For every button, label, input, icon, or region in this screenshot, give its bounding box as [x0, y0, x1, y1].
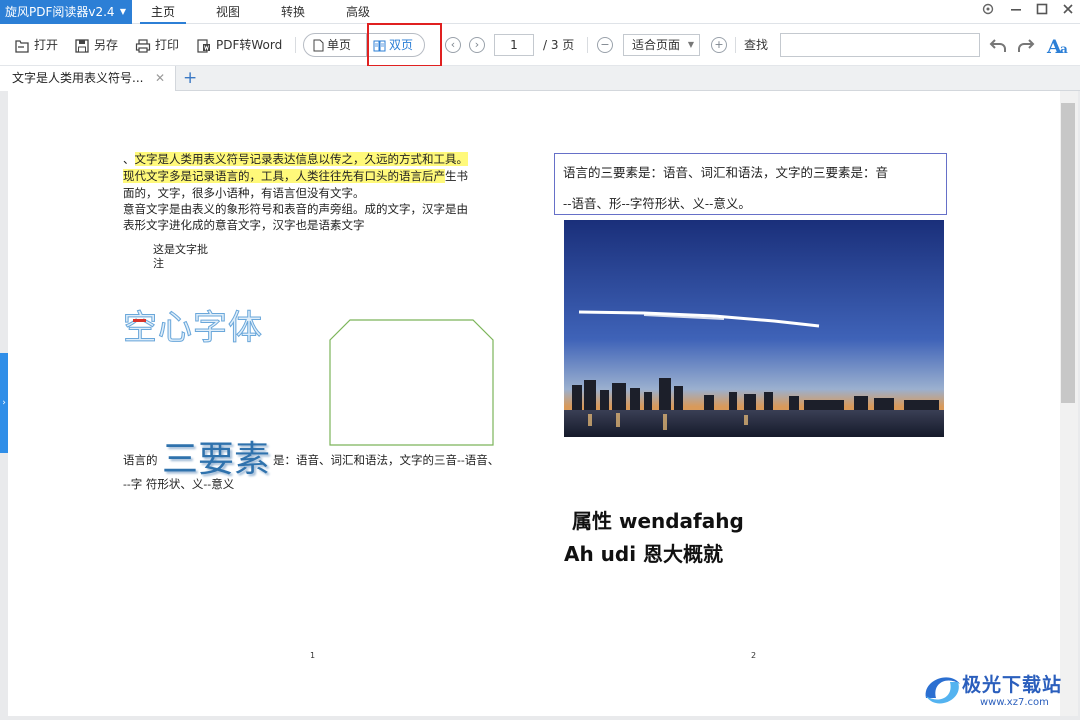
app-menu-button[interactable]: 旋风PDF阅读器v2.4 ▼: [0, 0, 132, 24]
saveas-label: 另存: [94, 38, 119, 52]
prev-page-button[interactable]: ‹: [445, 37, 461, 53]
printer-icon: [135, 38, 151, 53]
print-button[interactable]: 打印: [135, 35, 179, 55]
text-box-line2: --语音、形--字符形状、义--意义。: [563, 196, 751, 211]
page1-line5: 表形文字进化成的意音文字，汉字也是语素文字: [123, 218, 365, 232]
watermark-text: 极光下载站: [962, 674, 1063, 696]
chevron-down-icon: ▼: [119, 7, 126, 16]
title-bar: 旋风PDF阅读器v2.4 ▼ 主页 视图 转换 高级: [0, 0, 1080, 24]
svg-text:a: a: [1060, 42, 1068, 56]
page2-bold-line2: Ah udi 恩大概就: [564, 542, 724, 566]
chevron-left-icon: ‹: [450, 38, 456, 51]
single-page-label: 单页: [327, 38, 352, 52]
add-tab-icon[interactable]: +: [183, 66, 197, 90]
undo-icon[interactable]: [988, 34, 1012, 54]
strike-mark: [133, 319, 146, 322]
text-annotation-line1: 这是文字批: [153, 243, 208, 256]
save-icon: [75, 38, 89, 53]
font-settings-icon[interactable]: Aa: [1046, 34, 1074, 58]
plus-icon: +: [714, 38, 724, 51]
chevron-right-icon: ›: [2, 398, 6, 408]
pdf-reader-window: 旋风PDF阅读器v2.4 ▼ 主页 视图 转换 高级 打开 另存 打印 PDF转…: [0, 0, 1080, 720]
highlighted-text: 文字是人类用表义符号记录表达信息以传之，久远的方式和工具。: [134, 152, 468, 166]
large-shadow-text: 三要素: [162, 439, 271, 480]
zoom-select[interactable]: 适合页面 ▼: [623, 34, 700, 56]
page1-line1: 、文字是人类用表义符号记录表达信息以传之，久远的方式和工具。: [123, 151, 468, 168]
page1-line4: 意音文字是由表义的象形符号和表音的声旁组。成的文字，汉字是由: [123, 202, 468, 216]
text-annotation-line2: 注: [153, 257, 164, 270]
maximize-icon[interactable]: [1032, 2, 1052, 22]
single-page-icon: [313, 39, 324, 52]
toolbar-divider: [295, 37, 296, 53]
text-box: 语言的三要素是：语音、词汇和语法，文字的三要素是：音 --语音、形--字符形状、…: [554, 153, 947, 215]
hollow-font-text: 空心字体: [123, 308, 263, 349]
watermark-logo: 极光下载站 www.xz7.com: [920, 664, 1075, 716]
zoom-in-button[interactable]: +: [711, 37, 727, 53]
print-label: 打印: [155, 38, 180, 52]
highlighted-text: 现代文字多是记录语言的，工具，人类往往先有口头的语言后产: [123, 169, 445, 183]
page1-line3: 面的，文字，很多小语种，有语言但没有文字。: [123, 186, 365, 200]
highlight-annotation-box: [367, 23, 442, 67]
octagon-shape: [329, 319, 494, 446]
scrollbar-thumb[interactable]: [1061, 103, 1075, 403]
zoom-value: 适合页面: [632, 38, 681, 52]
page1-para-tail: 是：语音、词汇和语法，文字的三音--语音、: [273, 453, 500, 467]
close-icon[interactable]: [1058, 2, 1078, 22]
menu-home[interactable]: 主页: [140, 0, 186, 24]
saveas-button[interactable]: 另存: [74, 35, 118, 55]
menu-convert[interactable]: 转换: [270, 0, 316, 24]
page1-para-prefix: 语言的: [123, 453, 158, 467]
app-title: 旋风PDF阅读器v2.4: [5, 5, 115, 19]
chevron-right-icon: ›: [474, 38, 480, 51]
minimize-icon[interactable]: [1006, 2, 1026, 22]
open-button[interactable]: 打开: [14, 35, 58, 55]
page1-line2-tail: 生书: [445, 169, 468, 183]
swirl-logo-icon: [925, 677, 960, 704]
document-tab[interactable]: 文字是人类用表义符号... ✕: [0, 66, 176, 91]
watermark-url: www.xz7.com: [980, 697, 1049, 708]
menu-view[interactable]: 视图: [205, 0, 251, 24]
text-box-line1: 语言的三要素是：语音、词汇和语法，文字的三要素是：音: [563, 165, 889, 180]
document-tab-label: 文字是人类用表义符号...: [12, 71, 144, 85]
pdf-to-word-label: PDF转Word: [216, 38, 283, 52]
vertical-scrollbar[interactable]: [1060, 91, 1078, 716]
redo-icon[interactable]: [1016, 34, 1040, 54]
open-file-icon: [15, 39, 29, 53]
pdf-to-word-button[interactable]: PDF转Word: [196, 35, 282, 55]
chevron-down-icon: ▼: [687, 40, 694, 49]
next-page-button[interactable]: ›: [469, 37, 485, 53]
minus-icon: −: [600, 38, 610, 51]
zoom-out-button[interactable]: −: [597, 37, 613, 53]
settings-icon[interactable]: [978, 2, 998, 22]
main-toolbar: 打开 另存 打印 PDF转Word 单页 双页 ‹ › 1 / 3 页 − 适合…: [0, 24, 1080, 66]
single-page-button[interactable]: 单页: [304, 34, 364, 56]
page1-para-line2: --字 符形状、义--意义: [123, 477, 235, 491]
page-number-2: 2: [751, 651, 757, 660]
sidebar-toggle[interactable]: ›: [0, 353, 8, 453]
convert-word-icon: [197, 38, 210, 53]
document-tabs: 文字是人类用表义符号... ✕ +: [0, 66, 1080, 91]
night-city-photo: [564, 220, 944, 437]
total-pages: / 3 页: [543, 38, 575, 52]
page2-bold-line1: 属性 wendafahg: [572, 509, 744, 533]
page1-line2: 现代文字多是记录语言的，工具，人类往往先有口头的语言后产生书: [123, 168, 468, 185]
close-tab-icon[interactable]: ✕: [155, 66, 165, 90]
find-label: 查找: [744, 38, 769, 52]
page1-line1-prefix: 、: [123, 152, 135, 166]
search-input[interactable]: [780, 33, 980, 57]
toolbar-divider: [735, 37, 736, 53]
menu-advanced[interactable]: 高级: [335, 0, 381, 24]
page-number-1: 1: [310, 651, 316, 660]
page-number-input[interactable]: 1: [494, 34, 534, 56]
open-label: 打开: [34, 38, 59, 52]
toolbar-divider: [587, 37, 588, 53]
